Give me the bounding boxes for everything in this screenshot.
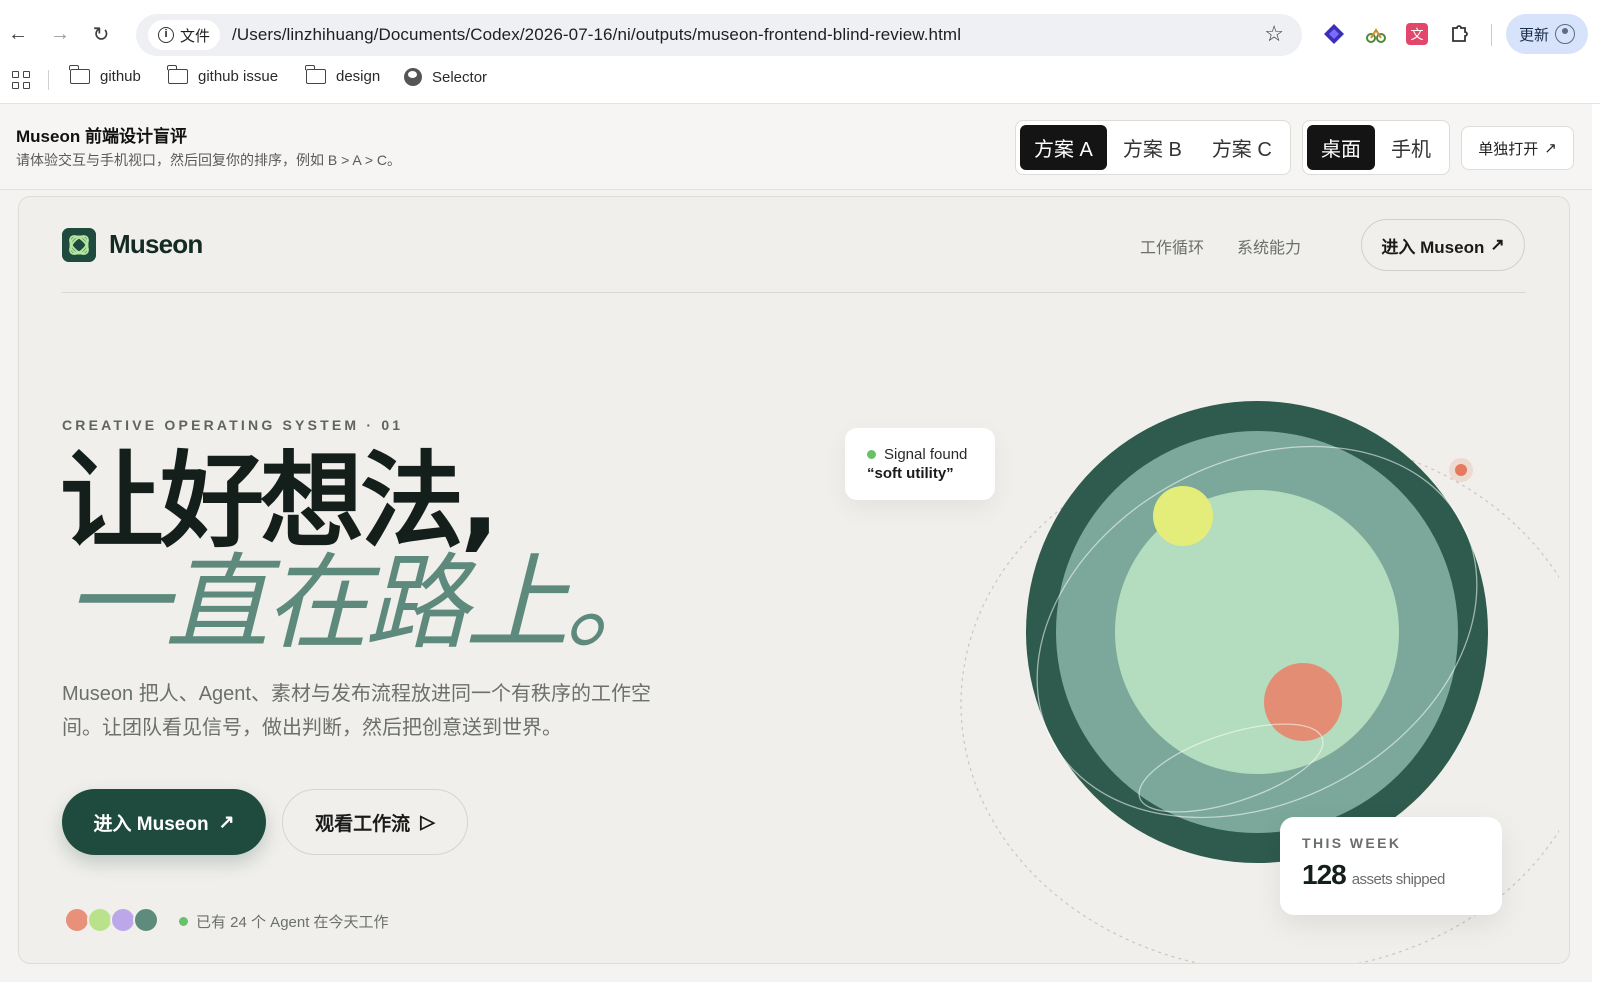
folder-icon: [167, 65, 188, 84]
online-dot-icon: [179, 917, 188, 926]
variant-tab-a[interactable]: 方案 A: [1020, 125, 1107, 170]
profile-icon: [1555, 24, 1575, 44]
nav-enter-label: 进入 Museon: [1381, 237, 1485, 257]
hero-description: Museon 把人、Agent、素材与发布流程放进同一个有秩序的工作空间。让团队…: [62, 683, 651, 739]
svg-text:文: 文: [1410, 28, 1423, 43]
bookmark-label: github issue: [198, 68, 279, 85]
update-button[interactable]: 更新: [1506, 14, 1588, 54]
agent-status-text: 已有 24 个 Agent 在今天工作: [196, 914, 389, 931]
open-standalone-label: 单独打开: [1478, 140, 1539, 158]
eyebrow-label: CREATIVE OPERATING SYSTEM · 01: [62, 417, 404, 433]
folder-icon: [69, 65, 90, 84]
globe-icon: [404, 68, 422, 86]
site-info-chip[interactable]: i 文件: [148, 20, 221, 50]
viewport-tab-desktop[interactable]: 桌面: [1307, 125, 1375, 170]
viewport-switcher: 桌面 手机: [1302, 120, 1450, 175]
signal-dot-icon: [867, 450, 876, 459]
week-label: THIS WEEK: [1302, 835, 1402, 851]
orb-yellow-planet: [1153, 486, 1213, 546]
variant-switcher: 方案 A 方案 B 方案 C: [1015, 120, 1291, 175]
bookmarks-divider: [48, 70, 49, 90]
orb-coral-planet: [1264, 663, 1342, 741]
watch-workflow-label: 观看工作流: [315, 813, 411, 835]
address-bar[interactable]: i 文件 /Users/linzhihuang/Documents/Codex/…: [136, 14, 1302, 56]
extension-diamond-icon[interactable]: [1322, 22, 1346, 46]
folder-icon: [305, 65, 326, 84]
review-title: Museon 前端设计盲评: [16, 127, 187, 146]
bookmark-selector[interactable]: Selector: [404, 68, 487, 86]
header-divider: [62, 292, 1526, 293]
watch-workflow-button[interactable]: 观看工作流 ▷: [282, 789, 468, 855]
variant-tab-c[interactable]: 方案 C: [1198, 125, 1286, 170]
viewport-tab-mobile[interactable]: 手机: [1377, 125, 1445, 170]
hero-enter-button[interactable]: 进入 Museon ↗: [62, 789, 266, 855]
preview-frame: Museon 工作循环 系统能力 进入 Museon ↗ CREATIVE OP…: [18, 196, 1570, 964]
signal-label: Signal found: [884, 446, 968, 463]
arrow-up-right-icon: ↗: [218, 811, 235, 833]
avatar: [133, 907, 159, 933]
extension-translate-icon[interactable]: 文: [1405, 22, 1429, 46]
bookmark-github[interactable]: github: [69, 65, 141, 85]
apps-grid-icon[interactable]: [12, 71, 30, 89]
update-label: 更新: [1518, 26, 1549, 44]
back-icon[interactable]: ←: [6, 22, 30, 46]
external-arrow-icon: ↗: [1544, 140, 1557, 157]
info-icon: i: [158, 27, 174, 43]
extension-bike-icon[interactable]: [1364, 22, 1388, 46]
variant-tab-b[interactable]: 方案 B: [1109, 125, 1196, 170]
nav-enter-button[interactable]: 进入 Museon ↗: [1361, 219, 1525, 271]
assets-unit: assets shipped: [1351, 871, 1446, 888]
orb-inner: [1115, 490, 1399, 774]
museon-logo-icon: [62, 228, 96, 262]
nav-link-capabilities[interactable]: 系统能力: [1237, 234, 1301, 258]
extensions-puzzle-icon[interactable]: [1448, 22, 1472, 46]
site-info-label: 文件: [180, 27, 211, 45]
hero-enter-label: 进入 Museon: [93, 813, 209, 835]
signal-quote: “soft utility”: [867, 465, 954, 482]
browser-toolbar: ← → ↻ i 文件 /Users/linzhihuang/Documents/…: [0, 0, 1600, 70]
bookmark-label: Selector: [432, 68, 488, 86]
reload-icon[interactable]: ↻: [89, 22, 113, 46]
assets-count: 128: [1302, 859, 1347, 890]
bookmark-label: design: [336, 68, 381, 85]
bookmark-label: github: [100, 68, 141, 85]
agent-status: 已有 24 个 Agent 在今天工作: [179, 911, 389, 932]
bookmark-star-icon[interactable]: ☆: [1264, 23, 1284, 45]
headline-line-2: 一直在路上。: [65, 542, 669, 664]
review-header: Museon 前端设计盲评 请体验交互与手机视口，然后回复你的排序，例如 B >…: [0, 104, 1592, 190]
toolbar-divider: [1491, 24, 1492, 46]
brand-name[interactable]: Museon: [109, 229, 203, 260]
satellite-dot: [1455, 464, 1467, 476]
bookmark-github-issue[interactable]: github issue: [167, 65, 279, 85]
bookmark-design[interactable]: design: [305, 65, 381, 85]
url-text[interactable]: /Users/linzhihuang/Documents/Codex/2026-…: [232, 25, 961, 45]
forward-icon[interactable]: →: [48, 22, 72, 46]
signal-card: Signal found “soft utility”: [845, 428, 995, 500]
play-icon: ▷: [420, 811, 435, 833]
open-standalone-button[interactable]: 单独打开 ↗: [1461, 126, 1574, 170]
nav-link-workflow[interactable]: 工作循环: [1140, 234, 1204, 258]
arrow-up-right-icon: ↗: [1490, 235, 1505, 254]
weekly-stats-card: THIS WEEK 128 assets shipped: [1280, 817, 1502, 915]
headline-line-1: 让好想法,: [60, 440, 500, 562]
review-subtitle: 请体验交互与手机视口，然后回复你的排序，例如 B > A > C。: [16, 152, 402, 168]
